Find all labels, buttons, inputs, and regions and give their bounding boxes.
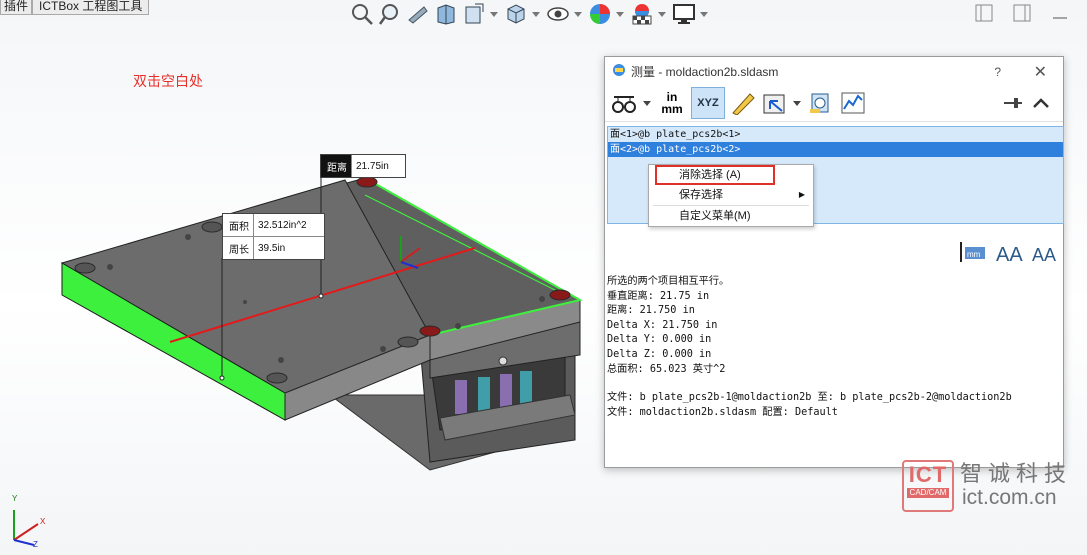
distance-value: 21.75in — [356, 160, 389, 172]
result-line: 文件: moldaction2b.sldasm 配置: Default — [607, 406, 838, 418]
menu-customize[interactable]: 自定义菜单(M) — [649, 206, 813, 226]
result-line: 距离: 21.750 in — [607, 305, 695, 317]
selection-item-active[interactable]: 面<2>@b plate_pcs2b<2> — [608, 142, 1063, 157]
result-line: Delta Z: 0.000 in — [607, 348, 712, 360]
svg-text:mm: mm — [967, 250, 981, 259]
decrease-font-icon[interactable]: AA — [1031, 239, 1059, 270]
projection-dropdown-arrow[interactable] — [793, 101, 801, 106]
result-line: Delta X: 21.750 in — [607, 319, 718, 331]
triad-x-label: X — [40, 517, 46, 526]
result-line: Delta Y: 0.000 in — [607, 334, 712, 346]
watermark-url: ict.com.cn — [962, 486, 1057, 509]
create-sensor-icon[interactable] — [839, 88, 867, 118]
context-menu: 消除选择 (A) 保存选择 ▶ 自定义菜单(M) — [648, 164, 814, 227]
area-value: 32.512in^2 — [258, 219, 307, 231]
point-to-point-icon[interactable] — [729, 88, 757, 118]
triad-z-label: Z — [33, 540, 38, 549]
result-line: 文件: b plate_pcs2b-1@moldaction2b 至: b pl… — [607, 392, 1012, 404]
result-line: 总面积: 65.023 英寸^2 — [607, 363, 726, 375]
perimeter-value: 39.5in — [258, 242, 286, 254]
measure-dialog: 测量 - moldaction2b.sldasm ? ✕ in mm XYZ 面… — [604, 56, 1064, 468]
arc-dropdown-arrow[interactable] — [643, 101, 651, 106]
distance-label: 距离 — [321, 155, 352, 177]
arc-circle-measure-icon[interactable] — [609, 88, 639, 118]
selection-item[interactable]: 面<1>@b plate_pcs2b<1> — [608, 127, 1063, 142]
help-button[interactable]: ? — [994, 65, 1001, 79]
units-line2: mm — [661, 102, 683, 116]
projection-icon[interactable] — [761, 88, 789, 118]
ict-logo: ICT CAD/CAM — [902, 460, 954, 512]
pin-icon[interactable] — [1001, 88, 1025, 118]
dialog-title-bar[interactable]: 测量 - moldaction2b.sldasm ? ✕ — [605, 57, 1063, 85]
result-line: 垂直距离: 21.75 in — [607, 290, 710, 302]
measure-tool-icon — [612, 63, 626, 80]
menu-clear-selections[interactable]: 消除选择 (A) — [655, 165, 775, 185]
measure-history-icon[interactable] — [807, 88, 835, 118]
dimension-text-icon[interactable]: mm — [957, 239, 987, 270]
xyz-label: XYZ — [697, 97, 719, 109]
distance-callout: 距离 21.75in — [320, 154, 406, 178]
units-precision-button[interactable]: in mm — [657, 88, 687, 118]
logo-bottom: CAD/CAM — [907, 488, 949, 498]
increase-font-icon[interactable]: AA — [995, 239, 1023, 270]
svg-text:AA: AA — [1032, 245, 1056, 265]
text-size-tools: mm AA AA — [957, 239, 1059, 270]
result-line: 所选的两个项目相互平行。 — [607, 276, 730, 287]
xyz-measure-button[interactable]: XYZ — [691, 87, 725, 119]
svg-text:AA: AA — [996, 244, 1023, 265]
watermark: ICT CAD/CAM 智诚科技 ict.com.cn — [902, 456, 1078, 512]
results-text: 所选的两个项目相互平行。 垂直距离: 21.75 in 距离: 21.750 i… — [607, 275, 1057, 420]
area-perimeter-callout: 面积 32.512in^2 周长 39.5in — [222, 213, 325, 260]
perimeter-label: 周长 — [223, 237, 254, 259]
dialog-title: 测量 - moldaction2b.sldasm — [631, 64, 779, 79]
dialog-toolbar: in mm XYZ — [605, 85, 1063, 122]
menu-save-selection[interactable]: 保存选择 ▶ — [649, 185, 813, 205]
hint-text: 双击空白处 — [133, 73, 203, 89]
result-gap — [607, 377, 1057, 391]
area-label: 面积 — [223, 214, 254, 236]
watermark-company: 智诚科技 — [960, 461, 1073, 486]
triad-y-label: Y — [12, 494, 18, 503]
logo-top: ICT — [908, 462, 948, 487]
submenu-arrow-icon: ▶ — [798, 190, 805, 199]
close-button[interactable]: ✕ — [1034, 62, 1047, 82]
collapse-icon[interactable] — [1029, 88, 1053, 118]
menu-save-selection-label: 保存选择 — [679, 189, 723, 201]
